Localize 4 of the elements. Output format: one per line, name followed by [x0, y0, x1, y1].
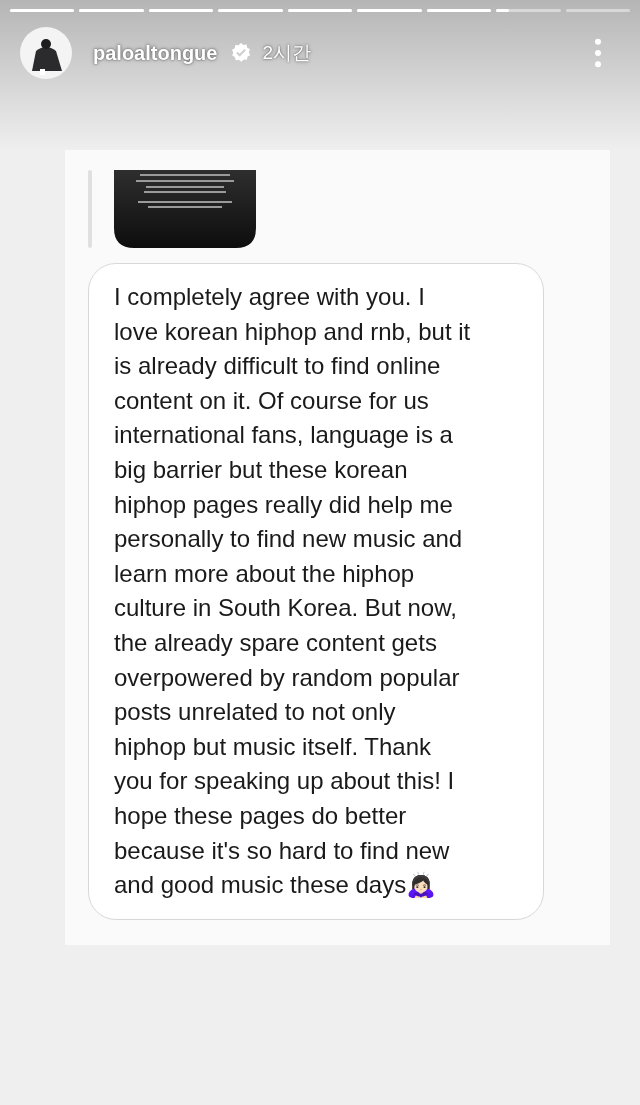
message-text: I completely agree with you. I love korean hiphop and rnb, but it is already difficult to find online content on it. Of course for us international fans, language is a big barrier but these korean hiphop pages really did help me personally to find new music and learn more about the hiphop culture in South Korea. But now, the already spare content gets overpowered by random popular posts unrelated to not only hiphop but music itself. Thank you for speaking up about this! I hope these pages do better because it's so hard to find new and good music these days🙇🏻‍♀ [114, 282, 472, 901]
avatar[interactable] [20, 27, 72, 79]
post-time: 2시간 [262, 41, 312, 65]
username[interactable]: paloaltongue [93, 41, 218, 65]
